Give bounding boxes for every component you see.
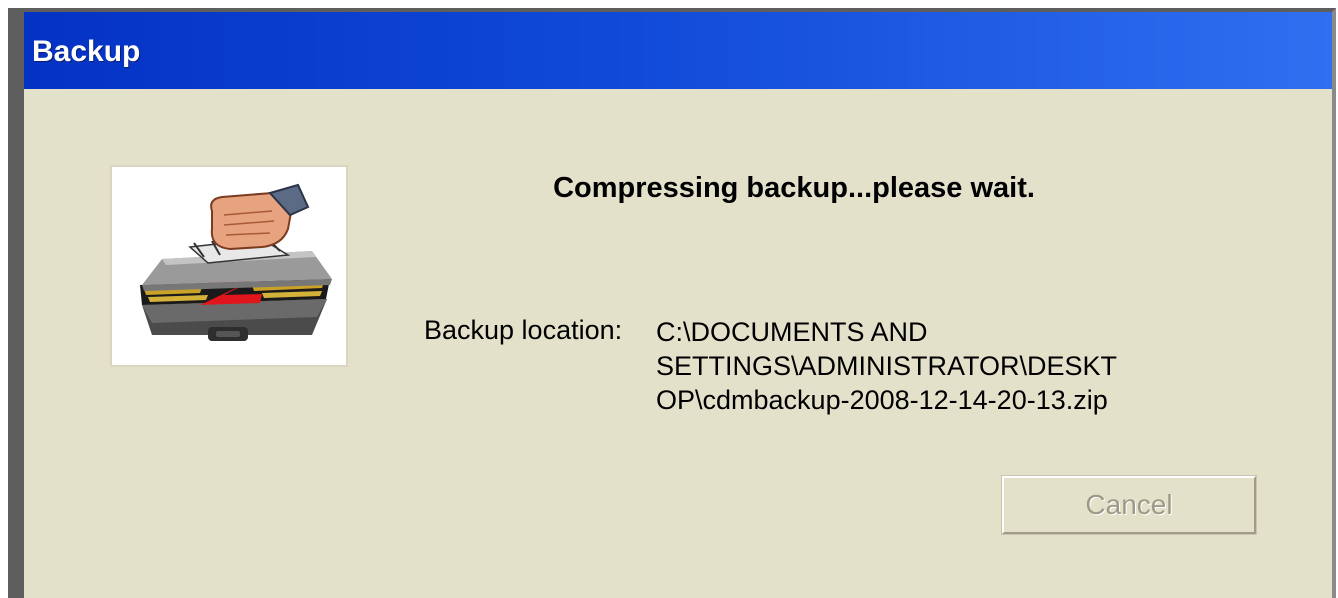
path-line: SETTINGS\ADMINISTRATOR\DESKT — [656, 351, 1118, 381]
cancel-button[interactable]: Cancel — [1001, 475, 1257, 535]
path-line: OP\cdmbackup-2008-12-14-20-13.zip — [656, 385, 1108, 415]
backup-icon-frame — [110, 165, 348, 367]
backup-dialog: Backup Compressing backup...please wait.… — [8, 8, 1336, 598]
status-message: Compressing backup...please wait. — [553, 172, 1035, 204]
backup-location-path: C:\DOCUMENTS AND SETTINGS\ADMINISTRATOR\… — [656, 315, 1117, 417]
backup-location-label: Backup location: — [424, 315, 623, 345]
backup-briefcase-icon — [140, 183, 332, 341]
title-bar[interactable]: Backup — [24, 12, 1332, 89]
window-title: Backup — [32, 34, 141, 68]
path-line: C:\DOCUMENTS AND — [656, 317, 928, 347]
